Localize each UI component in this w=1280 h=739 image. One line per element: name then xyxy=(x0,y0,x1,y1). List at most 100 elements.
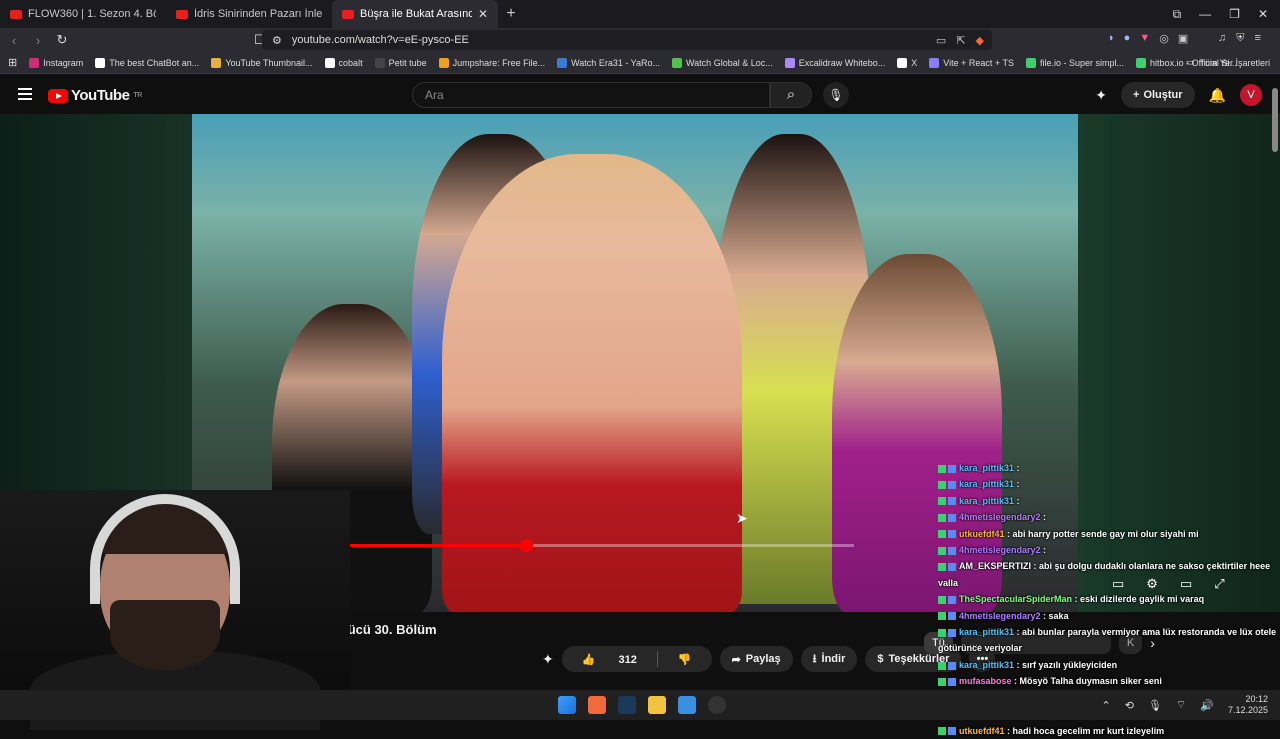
chat-text: abi harry potter sende gay mi olur siyah… xyxy=(1012,528,1199,539)
extension-icon[interactable]: ● xyxy=(1124,32,1131,45)
cobalt-icon xyxy=(324,57,335,68)
progress-scrubber[interactable] xyxy=(519,539,533,552)
webcam-beard xyxy=(110,600,220,670)
bookmark-watch-global[interactable]: Watch Global & Loc... xyxy=(672,57,773,68)
user-badge-icon xyxy=(948,612,956,621)
close-window-icon[interactable]: ✕ xyxy=(1258,7,1268,22)
kick-badge-icon xyxy=(938,546,946,555)
thanks-icon: $ xyxy=(877,653,884,665)
mic-icon[interactable]: 🎙 xyxy=(1148,699,1162,712)
restore-icon[interactable]: ❐ xyxy=(1229,7,1240,22)
chat-username: kara_pittik31 xyxy=(959,495,1015,506)
clock[interactable]: 20:12 7.12.2025 xyxy=(1228,694,1268,716)
create-button[interactable]: + Oluştur xyxy=(1121,82,1195,108)
bookmark-x[interactable]: X xyxy=(897,57,917,68)
forward-icon[interactable]: › xyxy=(28,33,48,48)
extension-icons: ◗ ● ▼ ◎ ▣ xyxy=(1108,32,1188,45)
cast-icon[interactable]: ▭ xyxy=(936,34,946,47)
headphones xyxy=(90,494,240,604)
wifi-icon[interactable]: ⌔ xyxy=(1176,698,1186,712)
chat-message: mufasabose : Mösyö Talha duymasın siker … xyxy=(938,673,1278,689)
photos-icon[interactable] xyxy=(678,696,696,714)
windows-start-icon[interactable] xyxy=(558,696,576,714)
tray-chevron-icon[interactable]: ⌃ xyxy=(1102,699,1111,712)
close-tab-icon[interactable]: ✕ xyxy=(478,7,488,21)
chat-message: 4hmetislegendary2 : saka xyxy=(938,608,1278,624)
bookmark-vite[interactable]: Vite + React + TS xyxy=(929,57,1014,68)
youtube-play-icon xyxy=(48,88,68,103)
volume-icon[interactable]: 🔊 xyxy=(1200,699,1214,712)
minimize-icon[interactable]: — xyxy=(1199,7,1211,22)
browser-tab-1[interactable]: FLOW360 | 1. Sezon 4. Bölüm | AİLE S xyxy=(0,0,166,28)
chat-username: kara_pittik31 xyxy=(959,479,1015,490)
bookmark-petit-tube[interactable]: Petit tube xyxy=(374,57,427,68)
wallet-icon[interactable]: ⛨ xyxy=(1236,32,1244,45)
jumpshare-icon xyxy=(438,57,449,68)
bookmark-file-io[interactable]: file.io - Super simpl... xyxy=(1026,57,1124,68)
menu-icon[interactable]: ≡ xyxy=(1255,32,1261,45)
dislike-button[interactable]: 👎 xyxy=(658,653,712,666)
reload-icon[interactable]: ↻ xyxy=(52,32,72,48)
bookmark-chatbot[interactable]: The best ChatBot an... xyxy=(95,57,199,68)
notifications-bell-icon[interactable]: 🔔 xyxy=(1209,87,1226,104)
youtube-favicon-icon xyxy=(176,9,188,19)
share-icon[interactable]: ⇱ xyxy=(956,34,965,47)
bookmark-cobalt[interactable]: cobalt xyxy=(324,57,363,68)
site-info-icon[interactable]: ⚙ xyxy=(272,34,282,47)
network-icon[interactable]: ⟲ xyxy=(1125,699,1134,712)
chat-message: AM_EKSPERTIZI : abi şu dolgu dudaklı ola… xyxy=(938,558,1278,591)
avatar[interactable]: V xyxy=(1240,84,1262,106)
voice-search-button[interactable]: 🎙 xyxy=(823,82,849,108)
file-explorer-icon[interactable] xyxy=(648,696,666,714)
page-scrollbar[interactable] xyxy=(1272,88,1278,152)
sparkle-icon[interactable]: ✦ xyxy=(542,651,554,668)
back-icon[interactable]: ‹ xyxy=(4,33,24,48)
tab-title: Büşra ile Bukat Arasında Büyü xyxy=(360,8,472,20)
user-badge-icon xyxy=(948,727,956,736)
stream-chat-overlay: kara_pittik31 : kara_pittik31 : kara_pit… xyxy=(938,460,1278,736)
chat-separator: : xyxy=(1040,512,1047,523)
search-button[interactable]: ⌕ xyxy=(770,82,812,108)
bookmark-excalidraw[interactable]: Excalidraw Whitebo... xyxy=(784,57,885,68)
youtube-logo[interactable]: YouTube TR xyxy=(48,87,142,104)
bookmark-youtube-thumbnail[interactable]: YouTube Thumbnail... xyxy=(211,57,313,68)
chat-separator: : xyxy=(1014,495,1020,506)
bookmark-jumpshare[interactable]: Jumpshare: Free File... xyxy=(438,57,545,68)
bookmark-era31[interactable]: Watch Era31 - YaRo... xyxy=(557,57,660,68)
windows-taskbar: ⌃ ⟲ 🎙 ⌔ 🔊 20:12 7.12.2025 xyxy=(0,690,1280,720)
kick-badge-icon xyxy=(938,464,946,473)
brave-shield-icon[interactable]: ◆ xyxy=(976,34,984,47)
steam-icon[interactable] xyxy=(618,696,636,714)
download-button[interactable]: ⭳ İndir xyxy=(800,646,858,672)
window-controls: ⧉ — ❐ ✕ xyxy=(1173,7,1280,22)
thumbnail-icon xyxy=(211,57,222,68)
chat-username: kara_pittik31 xyxy=(959,659,1015,670)
extension-icon[interactable]: ◗ xyxy=(1108,32,1115,45)
share-arrow-icon: ➦ xyxy=(731,653,741,666)
extension-icon[interactable]: ◎ xyxy=(1159,32,1169,45)
new-tab-button[interactable]: + xyxy=(498,5,524,23)
extension-icon[interactable]: ▼ xyxy=(1139,32,1150,45)
search-input[interactable]: Ara xyxy=(412,82,770,108)
browser-tab-bar: FLOW360 | 1. Sezon 4. Bölüm | AİLE S İdr… xyxy=(0,0,1280,28)
extension-icon[interactable]: ▣ xyxy=(1178,32,1188,45)
chat-text: eski dizilerde gaylik mi varaq xyxy=(1080,594,1205,605)
all-bookmarks-button[interactable]: ▭ Tüm Yer İşaretleri xyxy=(1186,57,1270,68)
extensions-icon[interactable]: ⧉ xyxy=(1173,7,1182,22)
share-button[interactable]: ➦ Paylaş xyxy=(719,646,793,672)
address-bar[interactable]: ⚙ youtube.com/watch?v=eE-pysco-EE ▭ ⇱ ◆ xyxy=(262,30,992,50)
browser-tab-3-active[interactable]: Büşra ile Bukat Arasında Büyü ✕ xyxy=(332,0,498,28)
like-button[interactable]: 👍 312 xyxy=(562,653,657,666)
url-text: youtube.com/watch?v=eE-pysco-EE xyxy=(291,34,469,46)
music-icon[interactable]: ♫ xyxy=(1218,32,1226,45)
user-badge-icon xyxy=(948,497,956,506)
brave-browser-icon[interactable] xyxy=(588,696,606,714)
browser-tab-2[interactable]: İdris Sinirinden Pazarı İnletti - Çukur xyxy=(166,0,332,28)
address-bar-actions: ▭ ⇱ ◆ xyxy=(936,34,984,47)
apps-grid-icon[interactable]: ⊞ xyxy=(8,56,17,69)
hamburger-menu-icon[interactable] xyxy=(18,88,32,100)
sparkle-icon[interactable]: ✦ xyxy=(1095,87,1107,104)
kick-badge-icon xyxy=(938,595,946,604)
bookmark-instagram[interactable]: Instagram xyxy=(29,57,83,68)
obs-icon[interactable] xyxy=(708,696,726,714)
